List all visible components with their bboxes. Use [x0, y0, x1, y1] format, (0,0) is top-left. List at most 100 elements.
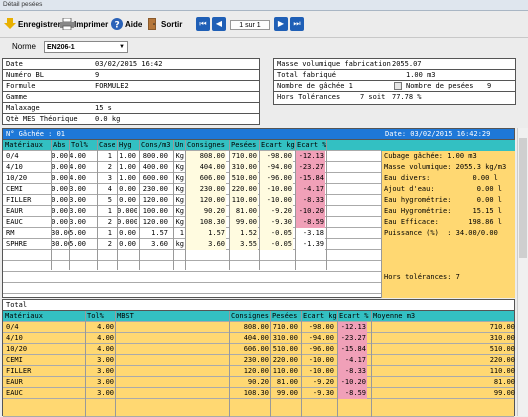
batch-cell: 0.00: [119, 229, 136, 237]
last-page-button[interactable]: ⏭: [290, 17, 304, 31]
batch-cell: 120.00: [185, 195, 226, 206]
batch-cell: 3.00: [69, 196, 86, 204]
total-cell: FILLER: [6, 367, 32, 375]
batch-cell: FILLER: [6, 196, 32, 204]
total-cell: 230.00: [243, 356, 269, 364]
total-row: EAUC 3.00 108.30 99.00 -9.30 -8.59 99.00: [3, 388, 515, 399]
total-row: EAUR 3.00 90.20 81.00 -9.20 -10.20 81.00: [3, 377, 515, 388]
total-cell: -8.33: [337, 366, 367, 377]
batch-cell: Kg: [175, 185, 184, 193]
save-arrow-icon: [4, 18, 16, 30]
summary-line: Eau hygrométrie: 0.00 l: [384, 196, 503, 204]
printer-icon: [60, 17, 74, 31]
column-divider: [69, 140, 70, 270]
total-header-cell: Ecart %: [339, 312, 369, 320]
info-key: Numéro BL: [6, 71, 44, 79]
norme-select[interactable]: EN206-1 ▼: [44, 41, 128, 53]
batch-header-spacer: [381, 140, 515, 151]
column-divider: [85, 311, 86, 417]
batch-cell: Kg: [175, 152, 184, 160]
info-right-panel: Masse volumique fabrication 2055.07 Total…: [273, 58, 516, 105]
batch-cell: 4.00: [69, 152, 86, 160]
batch-cell: EAUC: [6, 218, 23, 226]
total-cell: EAUC: [6, 389, 23, 397]
total-cell: -10.20: [337, 377, 367, 388]
next-page-button[interactable]: ▶: [274, 17, 288, 31]
batch-cell: 90.20: [185, 206, 226, 217]
total-header-cell: Tol%: [87, 312, 104, 320]
batch-cell: -3.18: [295, 228, 325, 239]
total-cell: 808.00: [243, 323, 269, 331]
batch-cell: -8.59: [295, 217, 325, 228]
vertical-scrollbar[interactable]: [517, 128, 528, 416]
help-button[interactable]: ? Aide: [111, 16, 142, 32]
batch-cell: 30.00: [51, 240, 69, 248]
total-cell: -10.00: [308, 356, 334, 364]
total-cell: 3.00: [97, 389, 114, 397]
batch-cell: -9.30: [259, 217, 293, 228]
batch-cell: 120.00: [142, 196, 168, 204]
batch-cell: Kg: [175, 207, 184, 215]
total-cell: -94.00: [308, 334, 334, 342]
total-header-cell: Matériaux: [5, 312, 43, 320]
total-cell: [115, 344, 140, 355]
batch-cell: 108.30: [185, 217, 226, 228]
total-cell: 110.00: [489, 367, 515, 375]
svg-text:?: ?: [115, 21, 120, 31]
batch-cell: 4: [107, 185, 112, 193]
total-cell: 606.00: [243, 345, 269, 353]
help-icon: ?: [111, 18, 123, 31]
toolbar: Enregistrer Imprimer ? Aide Sortir ⏮ ◀ 1…: [0, 11, 528, 38]
total-cell: 4.00: [97, 323, 114, 331]
exit-button[interactable]: Sortir: [147, 16, 182, 32]
total-cell: [115, 377, 140, 388]
exit-door-icon: [147, 18, 159, 30]
total-row: CEMI 3.00 230.00 220.00 -10.00 -4.17 220.00: [3, 355, 515, 366]
batch-cell: -12.13: [295, 151, 325, 162]
batch-cell: 1: [179, 229, 184, 237]
column-divider: [337, 311, 338, 417]
info-row: Formule FORMULE2: [3, 81, 259, 92]
norme-label: Norme: [12, 42, 37, 51]
total-row-partial: [3, 399, 514, 417]
save-button[interactable]: Enregistrer: [4, 16, 61, 32]
batch-cell: Kg: [175, 196, 184, 204]
batch-cell: 1.00: [119, 163, 136, 171]
total-cell: 0/4: [6, 323, 19, 331]
summary-line: Eau Efficace: 198.86 l: [384, 218, 503, 226]
batch-cell: 0.00: [51, 185, 68, 193]
batch-cell: -4.17: [295, 184, 325, 195]
total-cell: -4.17: [337, 355, 367, 366]
info-left-panel: Date 03/02/2015 16:42 Numéro BL 9 Formule FOR…: [2, 58, 260, 125]
batch-cell: 230.00: [185, 184, 226, 195]
scrollbar-thumb[interactable]: [519, 138, 527, 258]
batch-cell: 3.00: [69, 207, 86, 215]
batch-cell: -15.84: [295, 173, 325, 184]
prev-page-button[interactable]: ◀: [212, 17, 226, 31]
batch-cell: 3.55: [229, 239, 258, 250]
first-page-button[interactable]: ⏮: [196, 17, 210, 31]
total-cell: [115, 388, 140, 399]
batch-header-cell: Hyg: [119, 141, 132, 149]
total-row: 0/4 4.00 808.00 710.00 -98.00 -12.13 710.00: [3, 322, 515, 333]
total-cell: 510.00: [489, 345, 515, 353]
total-cell: [115, 355, 140, 366]
hors-tolerance-line: Hors tolérances: 7: [384, 273, 460, 281]
batch-cell: 0.00: [51, 218, 68, 226]
total-row: 4/10 4.00 404.00 310.00 -94.00 -23.27 310.00: [3, 333, 515, 344]
batch-cell: 3.00: [69, 218, 86, 226]
print-button[interactable]: Imprimer: [60, 16, 108, 32]
total-cell: 310.00: [489, 334, 515, 342]
column-divider: [270, 311, 271, 417]
column-divider: [185, 140, 186, 270]
batch-cell: 30.00: [51, 229, 69, 237]
summary-line: Ajout d'eau: 0.00 l: [384, 185, 503, 193]
total-cell: 710.00: [489, 323, 515, 331]
total-header-cell: Consignes: [231, 312, 269, 320]
batch-cell: 230.00: [142, 185, 168, 193]
column-divider: [139, 140, 140, 270]
column-divider: [51, 140, 52, 270]
batch-cell: 3: [107, 174, 112, 182]
column-divider: [229, 140, 230, 270]
column-divider: [301, 311, 302, 417]
